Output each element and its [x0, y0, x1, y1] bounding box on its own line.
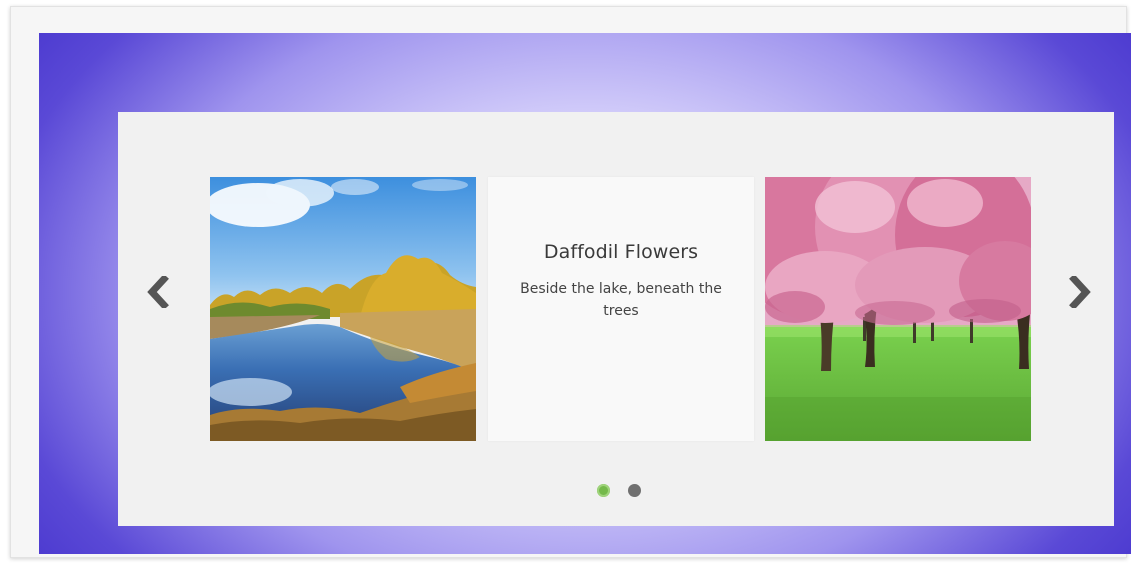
- screenshot-frame: Daffodil Flowers Beside the lake, beneat…: [10, 6, 1131, 558]
- carousel-prev-button[interactable]: [146, 276, 172, 308]
- carousel-panel: Daffodil Flowers Beside the lake, beneat…: [118, 112, 1114, 526]
- chevron-left-icon: [147, 276, 169, 308]
- chevron-right-icon: [1069, 276, 1091, 308]
- lake-landscape-image: [210, 177, 476, 441]
- slide-lake-image[interactable]: [210, 177, 476, 441]
- slide-title: Daffodil Flowers: [543, 241, 699, 263]
- cherry-blossom-image: [765, 177, 1031, 441]
- slide-description: Beside the lake, beneath the trees: [520, 281, 722, 319]
- pagination-dot-2[interactable]: [628, 484, 641, 497]
- carousel-background: Daffodil Flowers Beside the lake, beneat…: [39, 33, 1131, 554]
- slide-cherry-image[interactable]: [765, 177, 1031, 441]
- carousel-pagination: [597, 484, 641, 498]
- carousel-next-button[interactable]: [1066, 276, 1092, 308]
- slide-caption[interactable]: Daffodil Flowers Beside the lake, beneat…: [488, 177, 754, 441]
- pagination-dot-1[interactable]: [597, 484, 610, 497]
